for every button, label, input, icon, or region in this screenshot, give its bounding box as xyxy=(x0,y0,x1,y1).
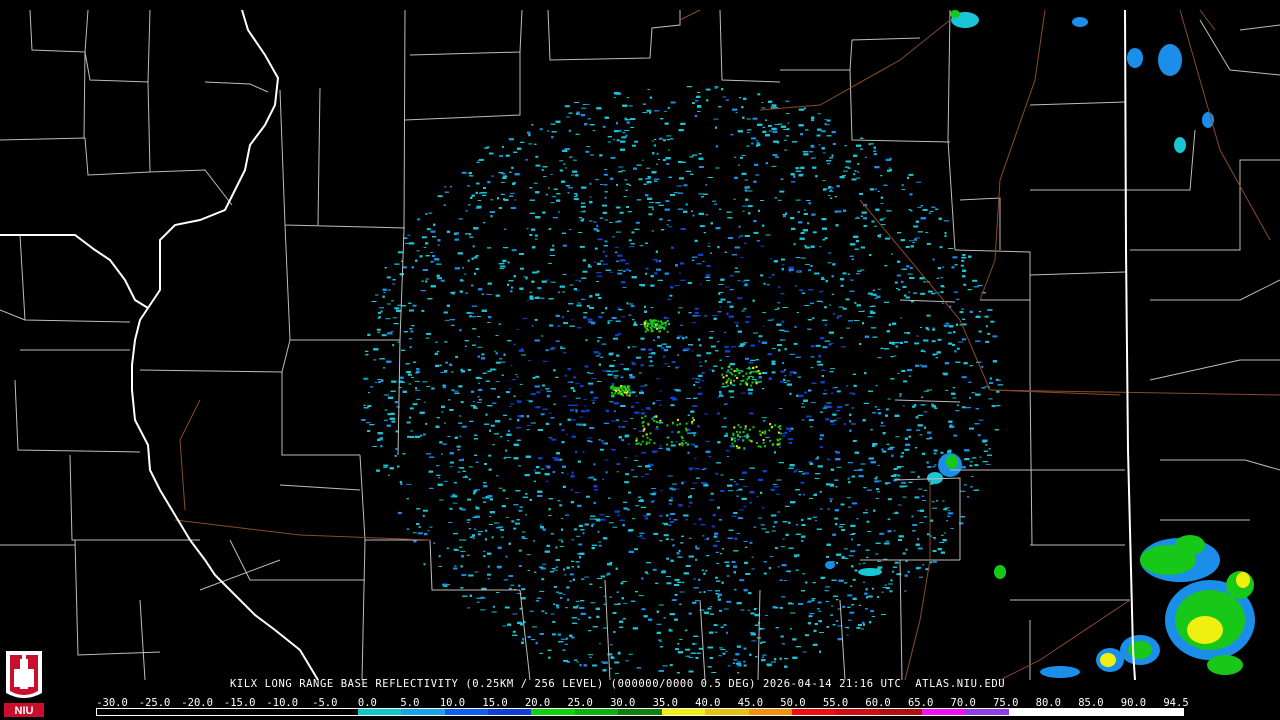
colorbar-segment xyxy=(922,709,966,715)
colorbar-segment xyxy=(1139,709,1183,715)
colorbar-segment xyxy=(1096,709,1140,715)
niu-logo: NIU xyxy=(2,645,46,719)
colorbar-segment xyxy=(1009,709,1053,715)
colorbar-segment xyxy=(183,709,228,715)
colorbar-segment xyxy=(357,709,402,715)
colorbar-segment xyxy=(487,709,532,715)
colorbar-segment xyxy=(314,709,358,715)
reflectivity-colorbar xyxy=(96,708,1184,716)
colorbar-segment xyxy=(1052,709,1097,715)
colorbar-segment xyxy=(140,709,184,715)
colorbar-segment xyxy=(965,709,1010,715)
product-caption: KILX LONG RANGE BASE REFLECTIVITY (0.25K… xyxy=(230,678,1006,690)
radar-site-marker xyxy=(673,377,685,389)
colorbar-segment xyxy=(444,709,488,715)
colorbar-segment xyxy=(227,709,271,715)
colorbar-segment xyxy=(661,709,706,715)
colorbar-segment xyxy=(574,709,619,715)
radar-map xyxy=(0,0,1280,680)
colorbar-segment xyxy=(835,709,879,715)
colorbar-segment xyxy=(878,709,923,715)
colorbar-segment xyxy=(748,709,792,715)
colorbar-segment xyxy=(270,709,315,715)
colorbar-segment xyxy=(401,709,445,715)
colorbar-segment xyxy=(97,709,141,715)
colorbar-segment xyxy=(792,709,836,715)
colorbar-segment xyxy=(705,709,749,715)
niu-logo-text: NIU xyxy=(15,705,34,717)
colorbar-segment xyxy=(618,709,662,715)
colorbar-segment xyxy=(531,709,575,715)
